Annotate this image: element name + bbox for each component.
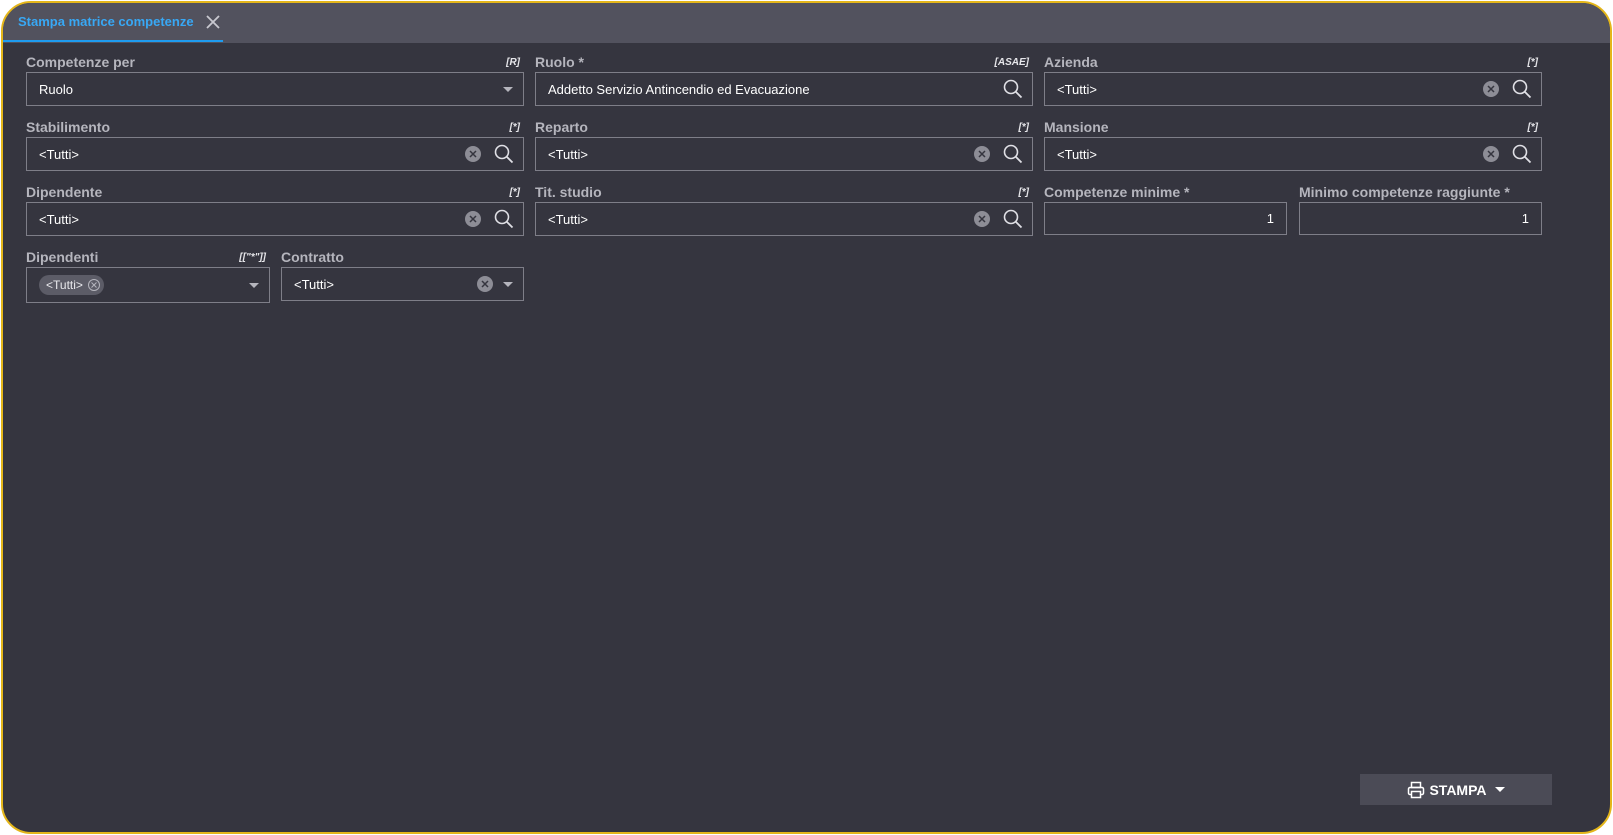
stabilimento-input[interactable]: <Tutti>	[26, 137, 524, 171]
search-icon[interactable]	[493, 143, 515, 165]
dipendente-tag: [*]	[509, 187, 520, 198]
mansione-tag: [*]	[1527, 122, 1538, 133]
search-icon[interactable]	[1002, 208, 1024, 230]
window-frame: Stampa matrice competenze Competenze per…	[1, 1, 1612, 834]
reparto-input[interactable]: <Tutti>	[535, 137, 1033, 171]
contratto-label: Contratto	[281, 249, 344, 265]
competenze-per-select[interactable]: Ruolo	[26, 72, 524, 106]
reparto-value: <Tutti>	[548, 146, 588, 162]
reparto-tag: [*]	[1018, 122, 1029, 133]
competenze-minime-input[interactable]: 1	[1044, 202, 1287, 235]
ruolo-label: Ruolo *	[535, 54, 584, 70]
tit-studio-input[interactable]: <Tutti>	[535, 202, 1033, 236]
competenze-minime-value: 1	[1266, 211, 1274, 226]
dipendente-value: <Tutti>	[39, 211, 79, 227]
remove-chip-icon[interactable]	[87, 279, 100, 291]
competenze-per-label: Competenze per	[26, 54, 135, 70]
minimo-competenze-input[interactable]: 1	[1299, 202, 1542, 235]
dipendenti-chip[interactable]: <Tutti>	[39, 275, 104, 295]
chevron-down-icon[interactable]	[249, 282, 259, 288]
stabilimento-tag: [*]	[509, 122, 520, 133]
competenze-per-value: Ruolo	[39, 81, 73, 97]
chevron-down-icon[interactable]	[1494, 787, 1505, 792]
minimo-competenze-label: Minimo competenze raggiunte *	[1299, 184, 1510, 200]
dipendente-label: Dipendente	[26, 184, 103, 200]
contratto-select[interactable]: <Tutti>	[281, 267, 524, 301]
dipendenti-multiselect[interactable]: <Tutti>	[26, 267, 270, 303]
printer-icon	[1407, 781, 1425, 799]
stabilimento-label: Stabilimento	[26, 119, 111, 135]
clear-icon[interactable]	[477, 276, 493, 292]
ruolo-value: Addetto Servizio Antincendio ed Evacuazi…	[548, 81, 810, 97]
clear-icon[interactable]	[974, 146, 990, 162]
competenze-minime-label: Competenze minime *	[1044, 184, 1190, 200]
tab-bar: Stampa matrice competenze	[3, 3, 1610, 43]
azienda-value: <Tutti>	[1057, 81, 1097, 97]
dipendenti-tag: [["*"]]	[239, 252, 266, 263]
ruolo-tag: [ASAE]	[994, 57, 1029, 68]
clear-icon[interactable]	[1483, 146, 1499, 162]
close-icon[interactable]	[204, 13, 222, 31]
print-button[interactable]: STAMPA	[1360, 774, 1552, 805]
tab-stampa-matrice[interactable]: Stampa matrice competenze	[3, 3, 223, 42]
chevron-down-icon[interactable]	[503, 281, 513, 287]
mansione-input[interactable]: <Tutti>	[1044, 137, 1542, 171]
mansione-value: <Tutti>	[1057, 146, 1097, 162]
tit-studio-label: Tit. studio	[535, 184, 602, 200]
minimo-competenze-value: 1	[1521, 211, 1529, 226]
search-icon[interactable]	[1002, 78, 1024, 100]
dipendente-input[interactable]: <Tutti>	[26, 202, 524, 236]
tit-studio-tag: [*]	[1018, 187, 1029, 198]
search-icon[interactable]	[1002, 143, 1024, 165]
ruolo-input[interactable]: Addetto Servizio Antincendio ed Evacuazi…	[535, 72, 1033, 106]
azienda-tag: [*]	[1527, 57, 1538, 68]
clear-icon[interactable]	[465, 211, 481, 227]
tit-studio-value: <Tutti>	[548, 211, 588, 227]
reparto-label: Reparto	[535, 119, 588, 135]
mansione-label: Mansione	[1044, 119, 1109, 135]
search-icon[interactable]	[1511, 78, 1533, 100]
chevron-down-icon[interactable]	[503, 86, 513, 92]
search-icon[interactable]	[1511, 143, 1533, 165]
tab-title: Stampa matrice competenze	[18, 14, 194, 29]
dipendenti-label: Dipendenti	[26, 249, 99, 265]
print-button-label: STAMPA	[1429, 781, 1487, 798]
competenze-per-tag: [R]	[506, 57, 520, 68]
contratto-value: <Tutti>	[294, 276, 334, 292]
search-icon[interactable]	[493, 208, 515, 230]
dipendenti-chip-label: <Tutti>	[46, 278, 83, 292]
azienda-input[interactable]: <Tutti>	[1044, 72, 1542, 106]
stabilimento-value: <Tutti>	[39, 146, 79, 162]
clear-icon[interactable]	[1483, 81, 1499, 97]
clear-icon[interactable]	[974, 211, 990, 227]
azienda-label: Azienda	[1044, 54, 1098, 70]
clear-icon[interactable]	[465, 146, 481, 162]
